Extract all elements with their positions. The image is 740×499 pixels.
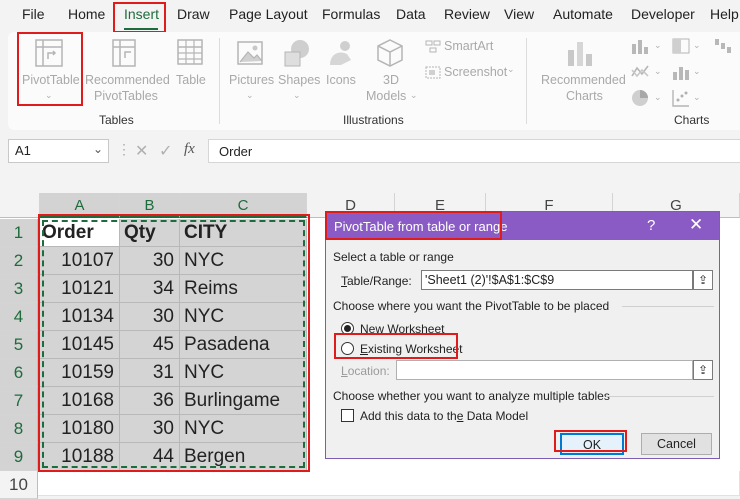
divider <box>606 396 714 397</box>
formula-value: Order <box>219 144 253 159</box>
select-all-corner[interactable] <box>0 193 40 218</box>
data-range-highlight <box>38 214 310 472</box>
formula-input[interactable]: Order <box>208 139 740 163</box>
help-icon[interactable]: ? <box>647 217 655 234</box>
data-model-label[interactable]: Add this data to the Data Model <box>360 409 528 423</box>
pie-chart-icon <box>632 90 648 106</box>
table-icon <box>177 39 203 65</box>
location-picker-icon[interactable]: ⇪ <box>693 360 713 380</box>
chevron-down-icon: ⌄ <box>246 90 254 100</box>
row-header[interactable]: 1 <box>0 219 38 247</box>
menu-bar: File Home Insert Draw Page Layout Formul… <box>0 0 740 32</box>
enter-icon[interactable]: ✓ <box>159 141 172 161</box>
screenshot-label: Screenshot <box>444 65 508 79</box>
tab-view[interactable]: View <box>504 6 534 22</box>
statistic-chart-icon <box>673 67 689 80</box>
row-header[interactable]: 6 <box>0 359 38 387</box>
smartart-label: SmartArt <box>444 39 494 53</box>
select-range-label: Select a table or range <box>333 250 454 264</box>
location-label: Location: <box>341 364 390 378</box>
recommended-pivottables-icon <box>112 39 136 67</box>
recommended-pivottables-label-line2: PivotTables <box>94 89 158 103</box>
pictures-label: Pictures <box>229 73 275 87</box>
column-chart-icon <box>632 40 648 54</box>
table-range-value: 'Sheet1 (2)'!$A$1:$C$9 <box>425 273 555 287</box>
shapes-label: Shapes <box>278 73 321 87</box>
data-model-checkbox[interactable] <box>341 409 354 422</box>
location-input[interactable] <box>396 360 693 380</box>
group-divider <box>526 38 527 124</box>
name-box-value: A1 <box>15 143 31 158</box>
table-range-label: Table/Range: <box>341 274 412 288</box>
tables-group-label: Tables <box>99 113 134 127</box>
group-divider <box>219 38 220 124</box>
3d-models-label-line1: 3D <box>383 73 399 87</box>
insert-function-icon[interactable]: fx <box>184 141 195 158</box>
waterfall-chart-icon <box>715 39 731 53</box>
smartart-icon <box>425 40 441 53</box>
illustrations-group-label: Illustrations <box>343 113 404 127</box>
divider <box>622 306 714 307</box>
insert-tab-highlight <box>113 2 166 33</box>
3d-models-label-line2: Models <box>366 89 407 103</box>
icons-icon <box>330 41 351 65</box>
charts-group-label: Charts <box>674 113 710 127</box>
chevron-down-icon[interactable]: ⌄ <box>93 142 103 156</box>
existing-worksheet-highlight <box>334 333 458 359</box>
cancel-icon[interactable]: ✕ <box>135 141 148 161</box>
recommended-charts-icon <box>568 42 592 66</box>
analyze-label: Choose whether you want to analyze multi… <box>333 389 610 403</box>
row-header[interactable]: 10 <box>0 471 38 499</box>
tab-page-layout[interactable]: Page Layout <box>229 6 308 22</box>
row-header[interactable]: 3 <box>0 275 38 303</box>
chevron-down-icon: ⌄ <box>654 66 662 76</box>
pivottable-highlight <box>17 32 83 106</box>
recommended-charts-label-line1: Recommended <box>541 73 626 87</box>
more-options-icon: ⋮ <box>117 141 131 157</box>
pictures-icon <box>237 41 263 65</box>
tab-developer[interactable]: Developer <box>631 6 695 22</box>
table-label: Table <box>176 73 206 87</box>
row-header[interactable]: 8 <box>0 415 38 443</box>
row-header[interactable]: 5 <box>0 331 38 359</box>
placement-label: Choose where you want the PivotTable to … <box>333 299 610 313</box>
cancel-button[interactable]: Cancel <box>641 433 712 455</box>
tab-review[interactable]: Review <box>444 6 490 22</box>
scatter-chart-icon <box>672 90 689 107</box>
chevron-down-icon: ⌄ <box>654 92 662 102</box>
table-range-input[interactable]: 'Sheet1 (2)'!$A$1:$C$9 <box>421 270 693 290</box>
icons-label: Icons <box>326 73 356 87</box>
shapes-icon <box>284 40 309 67</box>
tab-draw[interactable]: Draw <box>177 6 210 22</box>
chevron-down-icon: ⌄ <box>693 92 701 102</box>
recommended-charts-label-line2: Charts <box>566 89 603 103</box>
chevron-down-icon: ⌄ <box>507 64 515 74</box>
hierarchy-chart-icon <box>672 38 690 54</box>
row-header[interactable]: 9 <box>0 443 38 471</box>
chevron-down-icon: ⌄ <box>293 90 301 100</box>
tab-automate[interactable]: Automate <box>553 6 613 22</box>
tab-formulas[interactable]: Formulas <box>322 6 380 22</box>
tab-data[interactable]: Data <box>396 6 426 22</box>
tab-help[interactable]: Help <box>710 6 739 22</box>
row-header[interactable]: 7 <box>0 387 38 415</box>
tab-home[interactable]: Home <box>68 6 105 22</box>
row-header[interactable]: 4 <box>0 303 38 331</box>
dialog-title-highlight <box>325 211 502 240</box>
chevron-down-icon: ⌄ <box>693 66 701 76</box>
3d-models-icon <box>377 39 403 67</box>
range-picker-icon[interactable]: ⇪ <box>693 270 713 290</box>
name-box[interactable]: A1 ⌄ <box>8 139 109 163</box>
row-header[interactable]: 2 <box>0 247 38 275</box>
recommended-pivottables-label-line1: Recommended <box>85 73 170 87</box>
tab-file[interactable]: File <box>22 6 45 22</box>
row-10-cells[interactable] <box>38 471 740 496</box>
chevron-down-icon: ⌄ <box>693 40 701 50</box>
chevron-down-icon: ⌄ <box>410 90 418 100</box>
chevron-down-icon: ⌄ <box>654 40 662 50</box>
line-chart-icon <box>631 65 649 78</box>
ok-button-highlight <box>554 430 627 452</box>
close-icon[interactable]: ✕ <box>689 215 703 235</box>
screenshot-icon <box>425 66 441 79</box>
